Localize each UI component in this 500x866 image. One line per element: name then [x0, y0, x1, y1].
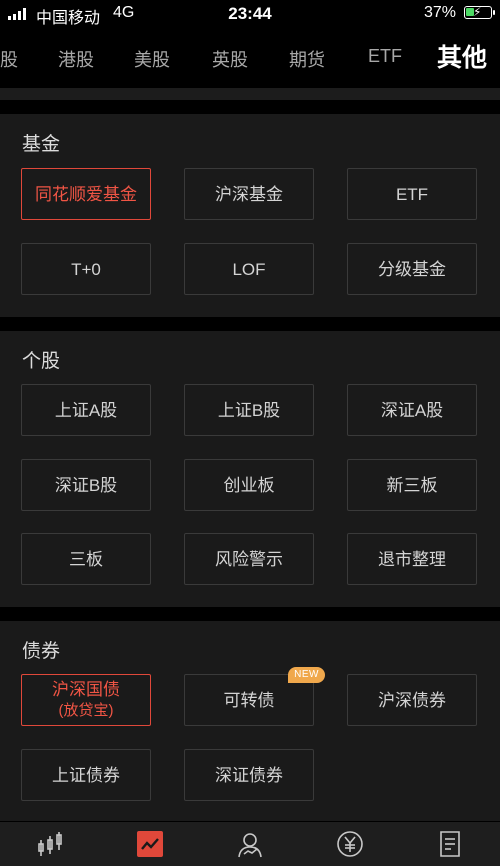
- stock-item-third-board[interactable]: 三板: [21, 533, 151, 585]
- button-label: ETF: [395, 184, 429, 204]
- button-label: 深证债券: [215, 765, 283, 785]
- tab-other[interactable]: 其他: [437, 38, 487, 74]
- button-label: 沪深基金: [215, 184, 283, 204]
- tab-futures[interactable]: 期货: [289, 46, 325, 72]
- fund-item-lof[interactable]: LOF: [184, 243, 314, 295]
- tab-uk-stock[interactable]: 英股: [212, 46, 248, 72]
- battery-icon: ⚡: [464, 5, 495, 19]
- stock-item-sz-b[interactable]: 深证B股: [21, 459, 151, 511]
- button-label: 创业板: [223, 475, 275, 495]
- stock-item-sz-a[interactable]: 深证A股: [347, 384, 477, 436]
- button-label: LOF: [232, 259, 266, 279]
- section-title-stock: 个股: [22, 351, 61, 372]
- candlestick-chart-icon[interactable]: [36, 830, 64, 858]
- button-label: 可转债: [223, 690, 275, 710]
- divider: [0, 88, 500, 100]
- button-label: 沪深债券: [378, 690, 446, 710]
- button-label: 风险警示: [215, 549, 283, 569]
- button-label: 沪深国债: [52, 680, 120, 699]
- bond-item-shsz-bond[interactable]: 沪深债券: [347, 674, 477, 726]
- stock-item-neeq[interactable]: 新三板: [347, 459, 477, 511]
- tab-a-share[interactable]: 股: [0, 46, 18, 72]
- fund-item-graded-fund[interactable]: 分级基金: [347, 243, 477, 295]
- charging-bolt-icon: ⚡: [473, 5, 482, 19]
- button-label: 退市整理: [378, 549, 446, 569]
- button-label: 上证B股: [217, 400, 281, 420]
- button-label: 深证B股: [54, 475, 118, 495]
- bond-section: 债券 沪深国债 (放贷宝) 可转债 NEW 沪深债券 上证债券 深证债券: [0, 621, 500, 821]
- section-title-bond: 债券: [22, 641, 61, 662]
- button-sublabel: (放贷宝): [58, 702, 114, 719]
- market-tabs: 股 港股 美股 英股 期货 ETF 其他: [0, 30, 500, 84]
- section-title-fund: 基金: [22, 134, 61, 155]
- fund-section: 基金 同花顺爱基金 沪深基金 ETF T+0 LOF 分级基金: [0, 114, 500, 317]
- user-profile-icon[interactable]: [236, 830, 264, 858]
- yen-coin-icon[interactable]: [336, 830, 364, 858]
- fund-item-ths-fund[interactable]: 同花顺爱基金: [21, 168, 151, 220]
- stock-item-delisting[interactable]: 退市整理: [347, 533, 477, 585]
- status-bar: 中国移动 4G 23:44 37% ⚡: [0, 0, 500, 28]
- stock-item-sh-a[interactable]: 上证A股: [21, 384, 151, 436]
- stock-item-chinext[interactable]: 创业板: [184, 459, 314, 511]
- button-label: 深证A股: [380, 400, 444, 420]
- tab-etf[interactable]: ETF: [368, 46, 402, 67]
- document-icon[interactable]: [436, 830, 464, 858]
- button-label: 同花顺爱基金: [35, 184, 137, 204]
- battery-percent: 37%: [423, 4, 456, 21]
- trend-chart-icon[interactable]: [136, 830, 164, 858]
- stock-item-risk-warning[interactable]: 风险警示: [184, 533, 314, 585]
- fund-item-shsz-fund[interactable]: 沪深基金: [184, 168, 314, 220]
- bond-item-treasury[interactable]: 沪深国债 (放贷宝): [21, 674, 151, 726]
- fund-item-t0[interactable]: T+0: [21, 243, 151, 295]
- button-label: 新三板: [386, 475, 438, 495]
- tab-hk-stock[interactable]: 港股: [58, 46, 94, 72]
- bond-item-sh-bond[interactable]: 上证债券: [21, 749, 151, 801]
- button-label: 上证A股: [54, 400, 118, 420]
- button-label: 分级基金: [378, 259, 446, 279]
- stock-section: 个股 上证A股 上证B股 深证A股 深证B股 创业板 新三板 三板 风险警示 退…: [0, 331, 500, 607]
- fund-item-etf[interactable]: ETF: [347, 168, 477, 220]
- bond-item-convertible[interactable]: 可转债 NEW: [184, 667, 325, 726]
- stock-item-sh-b[interactable]: 上证B股: [184, 384, 314, 436]
- bond-item-sz-bond[interactable]: 深证债券: [184, 749, 314, 801]
- new-badge: NEW: [288, 667, 325, 683]
- bottom-nav: [0, 822, 500, 866]
- button-label: 三板: [69, 549, 103, 569]
- button-label: 上证债券: [52, 765, 120, 785]
- tab-us-stock[interactable]: 美股: [134, 46, 170, 72]
- button-label: T+0: [71, 259, 101, 279]
